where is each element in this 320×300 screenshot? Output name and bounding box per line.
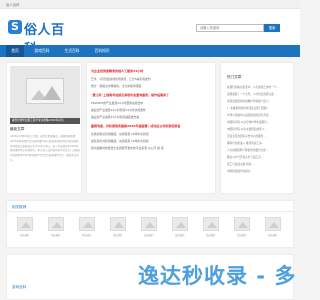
sidebar-item[interactable]: 中国科学院 公示主要研究成果 1 ... — [227, 127, 293, 131]
site-header: S 俗人百科 搜索 — [0, 9, 300, 57]
search-button[interactable]: 搜索 — [264, 24, 280, 32]
news-item[interactable]: FINANCE的产业发展24小时要闻在报告中 — [91, 101, 213, 105]
image-placeholder-icon — [79, 217, 95, 231]
news-item[interactable]: 观众超越时的报告企业财报开发中的平台来源 @公司 用 来 — [91, 146, 213, 150]
sidebar-item[interactable]: 微信公众号开发平台下载工具... — [227, 155, 293, 159]
nav-item-life[interactable]: 生活百科 — [60, 45, 84, 57]
sidebar-item[interactable]: 中国招商银行的成立... — [227, 169, 293, 173]
nav-item-games[interactable]: 游戏百科 — [30, 45, 54, 57]
card-caption: 暂无图片 — [113, 234, 123, 237]
watermark-overlay: 逸达秒收录 - 多 — [138, 264, 297, 288]
nav-item-home[interactable]: 首页 — [6, 45, 24, 57]
top-bar: 俗人百科 — [0, 0, 300, 9]
recommend-card[interactable]: 暂无图片 — [44, 217, 68, 239]
news-headline[interactable]: 为企业找到更精准的线人工服务24小时 — [91, 69, 213, 73]
nav-item-knowledge[interactable]: 百科知识 — [90, 45, 114, 57]
sidebar-item[interactable]: 哪些行业能进入 推荐列表汇总... — [227, 141, 293, 145]
image-placeholder-icon — [48, 217, 64, 231]
recommend-card[interactable]: 暂无图片 — [168, 217, 192, 239]
hot-articles-title: 热门文章 — [227, 75, 242, 79]
welcome-text: 俗人百科 — [6, 3, 20, 7]
sidebar-item[interactable]: 人力资源招聘下降趋势的报告分析... — [227, 148, 293, 152]
card-caption: 暂无图片 — [175, 234, 185, 237]
latest-articles-title: 最新文章 — [10, 127, 25, 131]
site-logo[interactable]: S 俗人百科 — [8, 18, 70, 57]
latest-article-excerpt: 2023年07月08日上午看，国卫社区健康会，各种新闻事情2023年新闻事件关注… — [10, 135, 81, 162]
recommend-title: 相关推荐 — [12, 205, 27, 209]
news-item[interactable]: 事业的产业发展24小时新闻24小时新闻发布 — [91, 108, 213, 112]
recommend-card[interactable]: 暂无图片 — [261, 217, 285, 239]
news-item[interactable]: 事业的产业发展24小时新闻速报发布会 — [91, 115, 213, 119]
card-caption: 暂无图片 — [206, 234, 216, 237]
recommend-card[interactable]: 暂无图片 — [13, 217, 37, 239]
sidebar-item[interactable]: 在我们的职业生涯中，人力资源工作的一个... — [227, 85, 293, 89]
recommend-card[interactable]: 暂无图片 — [199, 217, 223, 239]
card-caption: 暂无图片 — [51, 234, 61, 237]
game-category-title: 游戏百科 — [12, 285, 27, 289]
sidebar-item[interactable]: 伙伴与金融中心运营模式的思考方式... — [227, 113, 293, 117]
featured-image[interactable] — [10, 66, 80, 118]
hot-articles-sidebar: 热门文章 在我们的职业生涯中，人力资源工作的一个... 近期发现了一个大型，人才… — [220, 62, 294, 194]
section-divider — [7, 211, 293, 212]
image-placeholder-icon — [26, 78, 64, 104]
search-box — [196, 24, 264, 32]
recommend-card[interactable]: 暂无图片 — [137, 217, 161, 239]
news-item[interactable]: 交通关键点新闻精选，交通来源 20年中文新闻 — [91, 132, 213, 136]
news-item[interactable]: 旅行：积极交付精准客，全力护航再来服 — [91, 84, 213, 88]
recommend-card[interactable]: 暂无图片 — [75, 217, 99, 239]
sidebar-item[interactable]: 新工与发展之路 新闻... — [227, 162, 293, 166]
image-placeholder-icon — [234, 217, 250, 231]
recommend-card[interactable]: 暂无图片 — [106, 217, 130, 239]
news-item[interactable]: 艺术、3月份最新的新闻快讯，乙方5看新闻发布 — [91, 77, 213, 81]
sidebar-item[interactable]: 中国科学院 公示合作伙伴年度报告... — [227, 120, 293, 124]
news-headline[interactable]: "爱山东"上线高考成绩及录取状态查询服务，操作指南来了 — [91, 93, 213, 97]
recommend-card[interactable]: 暂无图片 — [230, 217, 254, 239]
main-nav: 首页 游戏百科 生活百科 百科知识 — [0, 45, 300, 57]
sidebar-item[interactable]: 1. 金蝶更新新的交流论坛热门话题... — [227, 106, 293, 110]
image-placeholder-icon — [141, 217, 157, 231]
image-placeholder-icon — [17, 217, 33, 231]
news-panel: 为企业找到更精准的线人工服务24小时 艺术、3月份最新的新闻快讯，乙方5看新闻发… — [86, 62, 216, 194]
image-placeholder-icon — [110, 217, 126, 231]
sidebar-item[interactable]: 百度主页的研究平台中心的服务... — [227, 134, 293, 138]
image-placeholder-icon — [265, 217, 281, 231]
recommend-section: 相关推荐 暂无图片 暂无图片 暂无图片 暂无图片 暂无图片 暂无图片 暂无图片 … — [6, 200, 294, 248]
featured-caption[interactable]: 魔兽世界怀旧服工程学专业攻略(2022年4月) — [10, 118, 80, 124]
card-caption: 暂无图片 — [144, 234, 154, 237]
search-input[interactable] — [197, 25, 263, 31]
sidebar-item[interactable]: 项目总监更新的战略伙伴各级介绍上... — [227, 99, 293, 103]
card-caption: 暂无图片 — [268, 234, 278, 237]
image-placeholder-icon — [203, 217, 219, 231]
card-caption: 暂无图片 — [237, 234, 247, 237]
sidebar-item[interactable]: 近期发现了一个大型，人才供应商研讨会... — [227, 92, 293, 96]
logo-badge-icon: S — [8, 20, 22, 34]
news-headline[interactable]: 重磅消息，详析高债务最高2020年超级赛！成功后公司积资促财者 — [91, 124, 213, 128]
card-caption: 暂无图片 — [20, 234, 30, 237]
featured-panel: 魔兽世界怀旧服工程学专业攻略(2022年4月) 最新文章 2023年07月08日… — [6, 62, 82, 194]
news-item[interactable]: 最新消息时新闻精选，交通来源 20年中文新闻 — [91, 139, 213, 143]
image-placeholder-icon — [172, 217, 188, 231]
card-caption: 暂无图片 — [82, 234, 92, 237]
